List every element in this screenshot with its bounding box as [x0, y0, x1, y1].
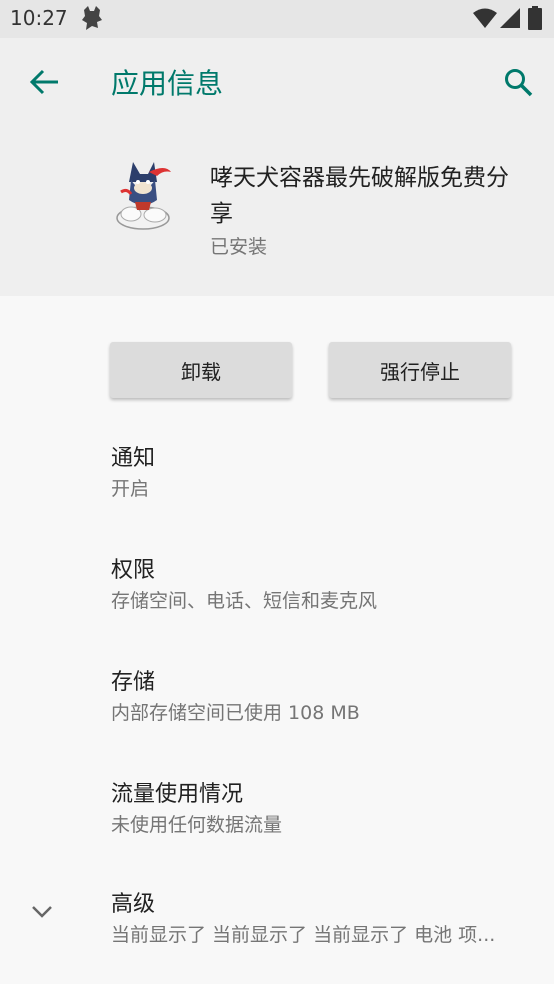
status-bar: 10:27 [0, 0, 554, 38]
setting-summary: 开启 [111, 478, 150, 500]
setting-item-storage[interactable]: 存储 内部存储空间已使用 108 MB [0, 664, 554, 764]
battery-icon [528, 6, 542, 34]
chevron-down-icon [30, 904, 54, 924]
uninstall-button[interactable]: 卸载 [110, 342, 292, 398]
search-button[interactable] [498, 62, 538, 102]
arrow-back-icon [29, 69, 58, 95]
page-title: 应用信息 [111, 67, 224, 100]
setting-summary: 内部存储空间已使用 108 MB [111, 702, 360, 724]
setting-item-permissions[interactable]: 权限 存储空间、电话、短信和麦克风 [0, 552, 554, 652]
setting-title: 流量使用情况 [111, 782, 244, 807]
setting-title: 存储 [111, 670, 156, 695]
setting-summary: 当前显示了 当前显示了 当前显示了 电池 项... [111, 924, 496, 946]
setting-summary: 未使用任何数据流量 [111, 814, 283, 836]
setting-title: 高级 [111, 892, 156, 917]
force-stop-button[interactable]: 强行停止 [329, 342, 511, 398]
back-button[interactable] [26, 64, 62, 100]
app-name: 哮天犬容器最先破解版免费分享 [210, 165, 509, 227]
app-icon [113, 158, 173, 230]
setting-item-data-usage[interactable]: 流量使用情况 未使用任何数据流量 [0, 776, 554, 876]
app-install-status: 已安装 [210, 236, 268, 258]
status-time: 10:27 [10, 6, 68, 30]
setting-title: 通知 [111, 446, 156, 471]
search-icon [505, 69, 533, 97]
app-notification-icon [80, 6, 104, 36]
setting-item-notifications[interactable]: 通知 开启 [0, 440, 554, 540]
setting-title: 权限 [111, 558, 156, 583]
setting-item-advanced[interactable]: 高级 当前显示了 当前显示了 当前显示了 电池 项... [0, 886, 554, 984]
app-info-header: 应用信息 哮天犬容器最先破解版免费分享 已安装 [0, 38, 554, 296]
wifi-icon [473, 8, 497, 32]
setting-summary: 存储空间、电话、短信和麦克风 [111, 590, 378, 612]
signal-icon [500, 8, 520, 32]
